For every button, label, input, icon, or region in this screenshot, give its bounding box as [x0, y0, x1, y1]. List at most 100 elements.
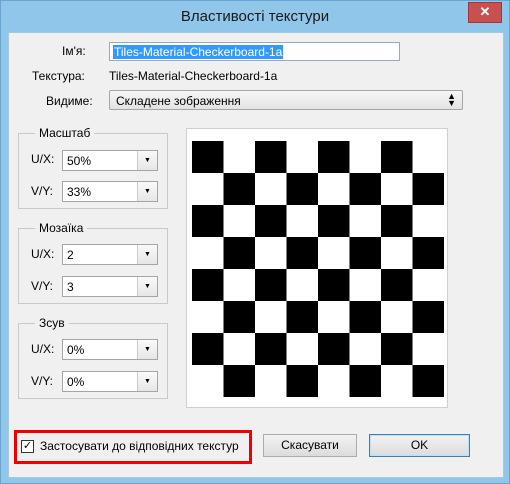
checker-cell	[286, 237, 318, 269]
ok-button[interactable]: OK	[369, 434, 470, 457]
checker-cell	[255, 333, 287, 365]
checker-cell	[286, 269, 318, 301]
offset-group-title: Зсув	[35, 316, 69, 330]
checker-cell	[192, 237, 224, 269]
checker-cell	[286, 173, 318, 205]
checker-cell	[349, 333, 381, 365]
checker-cell	[318, 141, 350, 173]
scale-vy-value: 33%	[67, 185, 92, 199]
chevron-down-icon[interactable]: ▼	[137, 340, 157, 359]
checker-cell	[318, 365, 350, 397]
scale-group: Масштаб U/X: 50% ▼ V/Y: 33% ▼	[18, 126, 168, 209]
tile-vy-value: 3	[67, 280, 74, 294]
cancel-button[interactable]: Скасувати	[263, 434, 357, 457]
checker-cell	[255, 141, 287, 173]
checker-cell	[381, 205, 413, 237]
checker-cell	[223, 205, 255, 237]
scale-ux-label: U/X:	[31, 152, 55, 166]
name-value: Tiles-Material-Checkerboard-1a	[113, 45, 284, 59]
texture-label: Текстура:	[32, 69, 85, 83]
chevron-down-icon[interactable]: ▼	[137, 151, 157, 170]
title-bar[interactable]: Властивості текстури ✕	[1, 1, 509, 32]
checker-cell	[286, 205, 318, 237]
checker-cell	[412, 365, 444, 397]
checker-cell	[318, 301, 350, 333]
chevron-down-icon[interactable]: ▼	[137, 182, 157, 201]
checker-cell	[318, 173, 350, 205]
visible-select[interactable]: Складене зображення ▲ ▼	[109, 90, 463, 110]
checker-cell	[412, 333, 444, 365]
scale-ux-value: 50%	[67, 154, 92, 168]
scale-vy-input[interactable]: 33% ▼	[62, 181, 158, 202]
chevron-down-icon[interactable]: ▼	[137, 277, 157, 296]
close-icon: ✕	[479, 4, 491, 19]
checker-cell	[412, 301, 444, 333]
tile-vy-input[interactable]: 3 ▼	[62, 276, 158, 297]
checker-cell	[223, 365, 255, 397]
checker-cell	[381, 301, 413, 333]
scale-ux-input[interactable]: 50% ▼	[62, 150, 158, 171]
checker-cell	[381, 141, 413, 173]
checker-cell	[318, 269, 350, 301]
texture-value: Tiles-Material-Checkerboard-1a	[109, 69, 278, 83]
checker-cell	[349, 365, 381, 397]
checker-cell	[318, 205, 350, 237]
checker-cell	[223, 333, 255, 365]
offset-vy-input[interactable]: 0% ▼	[62, 371, 158, 392]
checker-cell	[286, 301, 318, 333]
checker-cell	[192, 141, 224, 173]
scale-group-title: Масштаб	[35, 126, 95, 140]
checker-cell	[349, 269, 381, 301]
offset-ux-label: U/X:	[31, 342, 55, 356]
checker-cell	[349, 237, 381, 269]
offset-ux-input[interactable]: 0% ▼	[62, 339, 158, 360]
checker-cell	[286, 333, 318, 365]
checker-cell	[381, 173, 413, 205]
scale-vy-label: V/Y:	[31, 184, 54, 198]
tile-ux-value: 2	[67, 248, 74, 262]
tile-ux-label: U/X:	[31, 247, 55, 261]
tile-group: Мозаїка U/X: 2 ▼ V/Y: 3 ▼	[18, 221, 168, 304]
offset-vy-label: V/Y:	[31, 374, 54, 388]
name-label: Ім'я:	[62, 44, 86, 58]
checker-cell	[223, 269, 255, 301]
visible-label: Видиме:	[46, 94, 93, 108]
checker-cell	[223, 141, 255, 173]
checker-cell	[286, 141, 318, 173]
checker-cell	[192, 205, 224, 237]
up-down-arrows-icon: ▲ ▼	[447, 91, 456, 108]
checker-cell	[381, 365, 413, 397]
checker-cell	[349, 173, 381, 205]
checker-cell	[349, 141, 381, 173]
apply-checkbox[interactable]: ✓	[21, 440, 34, 453]
checkmark-icon: ✓	[22, 440, 33, 452]
dialog-window: Властивості текстури ✕ Ім'я: Tiles-Mater…	[0, 0, 510, 484]
checker-cell	[318, 237, 350, 269]
checker-cell	[223, 301, 255, 333]
offset-group: Зсув U/X: 0% ▼ V/Y: 0% ▼	[18, 316, 168, 399]
checker-cell	[412, 141, 444, 173]
texture-preview	[186, 128, 448, 408]
offset-vy-value: 0%	[67, 375, 85, 389]
checker-cell	[223, 173, 255, 205]
chevron-down-icon[interactable]: ▼	[137, 245, 157, 264]
checker-cell	[255, 205, 287, 237]
close-button[interactable]: ✕	[468, 2, 502, 23]
checker-cell	[381, 333, 413, 365]
tile-ux-input[interactable]: 2 ▼	[62, 244, 158, 265]
checker-cell	[381, 237, 413, 269]
checkerboard-preview	[192, 141, 444, 397]
checker-cell	[412, 173, 444, 205]
apply-checkbox-label[interactable]: Застосувати до відповідних текстур	[40, 439, 239, 453]
checker-cell	[192, 301, 224, 333]
checker-cell	[223, 237, 255, 269]
name-input[interactable]: Tiles-Material-Checkerboard-1a	[109, 42, 400, 61]
checker-cell	[255, 365, 287, 397]
checker-cell	[192, 333, 224, 365]
checker-cell	[381, 269, 413, 301]
checker-cell	[192, 269, 224, 301]
visible-value: Складене зображення	[116, 94, 241, 108]
checker-cell	[412, 269, 444, 301]
checker-cell	[255, 173, 287, 205]
chevron-down-icon[interactable]: ▼	[137, 372, 157, 391]
